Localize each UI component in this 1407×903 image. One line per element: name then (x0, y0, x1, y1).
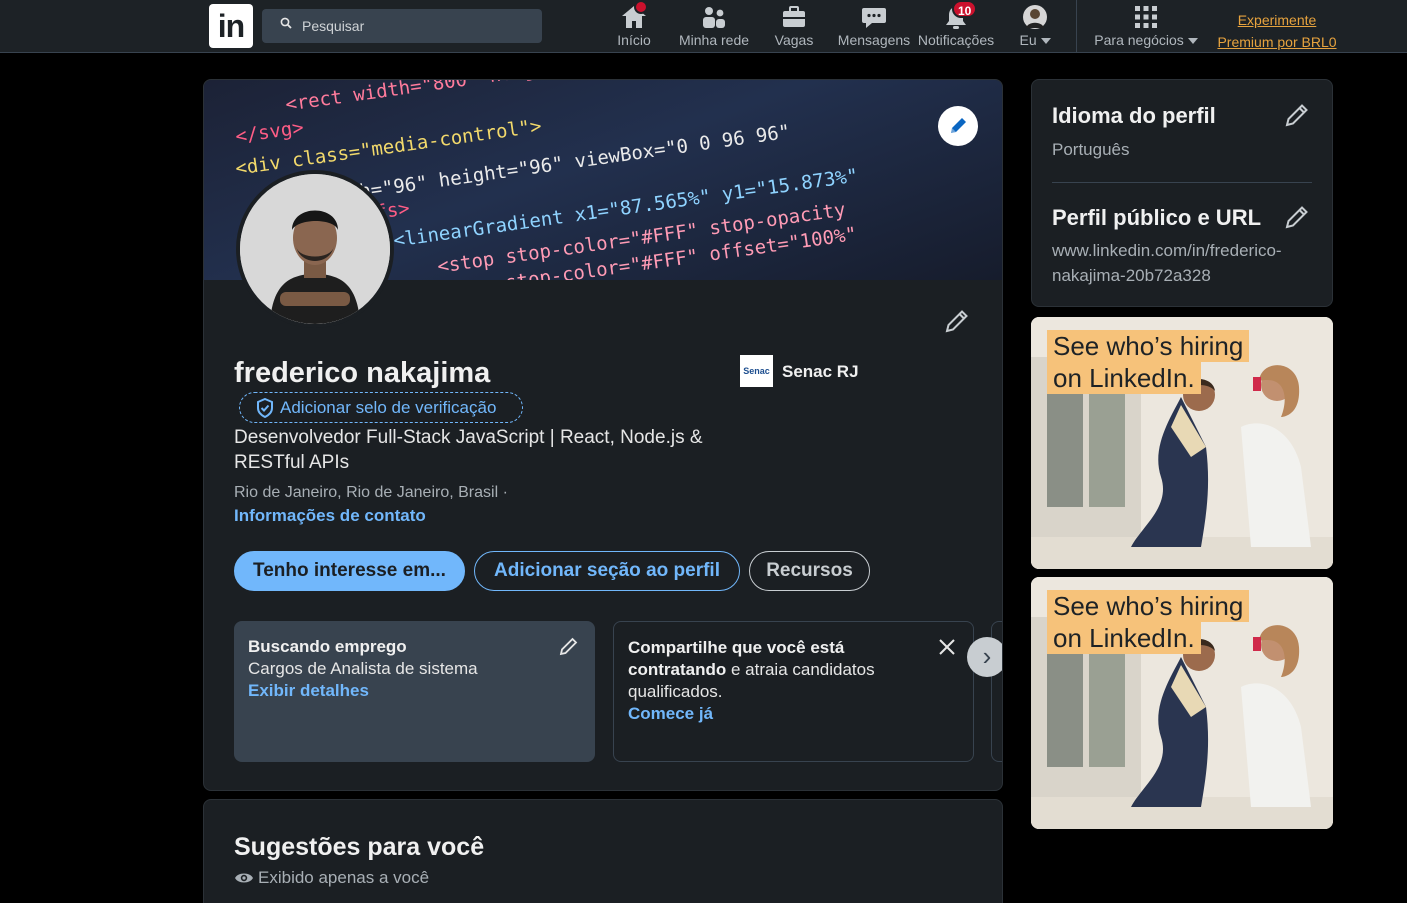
profile-settings-card: Idioma do perfil Português Perfil públic… (1031, 79, 1333, 307)
nav-label: Eu (1012, 32, 1058, 48)
chevron-down-icon (1187, 38, 1198, 44)
nav-home[interactable]: Início (612, 0, 656, 53)
chevron-down-icon (1040, 38, 1051, 44)
open-to-work-card: Buscando emprego Cargos de Analista de s… (234, 621, 595, 762)
profile-card: <rect width="800" height="450" rx="8" fi… (203, 79, 1003, 791)
company-name: Senac RJ (782, 362, 859, 381)
nav-divider (1076, 0, 1077, 53)
linkedin-logo[interactable]: in (209, 4, 253, 48)
ad-banner[interactable]: See who’s hiring on LinkedIn. (1031, 577, 1333, 829)
nav-messaging[interactable]: Mensagens (836, 0, 912, 53)
edit-open-to-work-button[interactable] (558, 635, 580, 663)
grid-icon (1090, 0, 1202, 32)
hiring-text: Compartilhe que você está contratando e a… (628, 638, 875, 701)
nav-me[interactable]: Eu (1012, 0, 1058, 53)
edit-banner-button[interactable] (938, 106, 978, 146)
profile-location: Rio de Janeiro, Rio de Janeiro, Brasil · (234, 484, 508, 501)
search-icon (280, 17, 292, 32)
pencil-icon (945, 310, 968, 333)
add-verification-badge-button[interactable]: Adicionar selo de verificação (239, 392, 523, 423)
suggestions-card: Sugestões para você Exibido apenas a voc… (203, 799, 1003, 903)
verify-label: Adicionar selo de verificação (280, 398, 497, 417)
suggestions-title: Sugestões para você (234, 833, 485, 861)
ad-banner[interactable]: See who’s hiring on LinkedIn. (1031, 317, 1333, 569)
nav-business[interactable]: Para negócios (1090, 0, 1202, 53)
search-input[interactable] (302, 9, 532, 43)
profile-language-title: Idioma do perfil (1052, 103, 1216, 128)
profile-headline: Desenvolvedor Full-Stack JavaScript | Re… (234, 427, 703, 473)
open-to-work-title: Buscando emprego (248, 637, 407, 656)
profile-name: frederico nakajima (234, 357, 491, 389)
nav-label: Notificações (917, 32, 995, 48)
ad-headline-line-1: See who’s hiring (1047, 590, 1250, 622)
nav-label: Para negócios (1090, 32, 1202, 48)
divider (1052, 182, 1312, 183)
nav-jobs[interactable]: Vagas (772, 0, 816, 53)
public-profile-title: Perfil público e URL (1052, 205, 1262, 230)
add-profile-section-button[interactable]: Adicionar seção ao perfil (474, 551, 740, 591)
nav-notifications[interactable]: 10 Notificações (914, 0, 998, 53)
nav-label: Minha rede (678, 32, 750, 48)
premium-line-1: Experimente (1237, 12, 1317, 28)
banner-code-line: <rect width="800" height="450" rx="8" fi… (284, 80, 774, 116)
premium-line-2: Premium por BRL0 (1217, 34, 1337, 50)
avatar-icon (1012, 0, 1058, 32)
messaging-icon (836, 0, 912, 32)
pencil-icon (1285, 206, 1308, 229)
pencil-icon (951, 118, 966, 133)
network-icon (674, 0, 754, 32)
nav-network[interactable]: Minha rede (674, 0, 754, 53)
open-to-button[interactable]: Tenho interesse em... (234, 551, 465, 591)
notification-count-badge: 10 (952, 0, 978, 18)
nav-label: Mensagens (837, 32, 911, 48)
show-details-link[interactable]: Exibir detalhes (248, 681, 369, 700)
nav-label: Início (617, 32, 651, 48)
top-nav: in Início Minha rede Vagas Mensagens (0, 0, 1407, 53)
open-to-work-roles: Cargos de Analista de sistema (248, 659, 478, 678)
eye-icon (234, 870, 254, 890)
hiring-card: Compartilhe que você está contratando e a… (613, 621, 974, 762)
banner-code-line: </svg> (234, 116, 306, 148)
shield-check-icon (256, 397, 274, 427)
suggestions-visibility: Exibido apenas a você (234, 868, 429, 888)
pencil-icon (1285, 104, 1308, 127)
ad-headline-line-1: See who’s hiring (1047, 330, 1250, 362)
edit-url-button[interactable] (1282, 202, 1312, 237)
resources-button[interactable]: Recursos (749, 551, 870, 591)
ad-headline-line-2: on LinkedIn. (1047, 622, 1201, 654)
edit-language-button[interactable] (1282, 100, 1312, 135)
profile-photo[interactable] (236, 170, 394, 328)
ad-headline-line-2: on LinkedIn. (1047, 362, 1201, 394)
chevron-right-icon: › (982, 641, 992, 671)
edit-intro-button[interactable] (942, 306, 972, 341)
dismiss-hiring-button[interactable] (938, 638, 956, 662)
contact-info-link[interactable]: Informações de contato (234, 506, 426, 526)
home-notification-dot (634, 0, 648, 14)
pencil-icon (559, 637, 578, 656)
search-bar[interactable] (262, 9, 542, 43)
nav-label: Vagas (774, 32, 814, 48)
profile-language-value: Português (1052, 140, 1130, 159)
close-icon (939, 639, 955, 655)
jobs-icon (772, 0, 816, 32)
public-profile-url[interactable]: www.linkedin.com/in/frederico-nakajima-2… (1052, 238, 1282, 288)
premium-trial-link[interactable]: Experimente Premium por BRL0 (1214, 9, 1340, 53)
get-started-link[interactable]: Comece já (628, 704, 713, 723)
carousel-next-button[interactable]: › (967, 637, 1002, 677)
company-logo: Senac (740, 355, 773, 387)
